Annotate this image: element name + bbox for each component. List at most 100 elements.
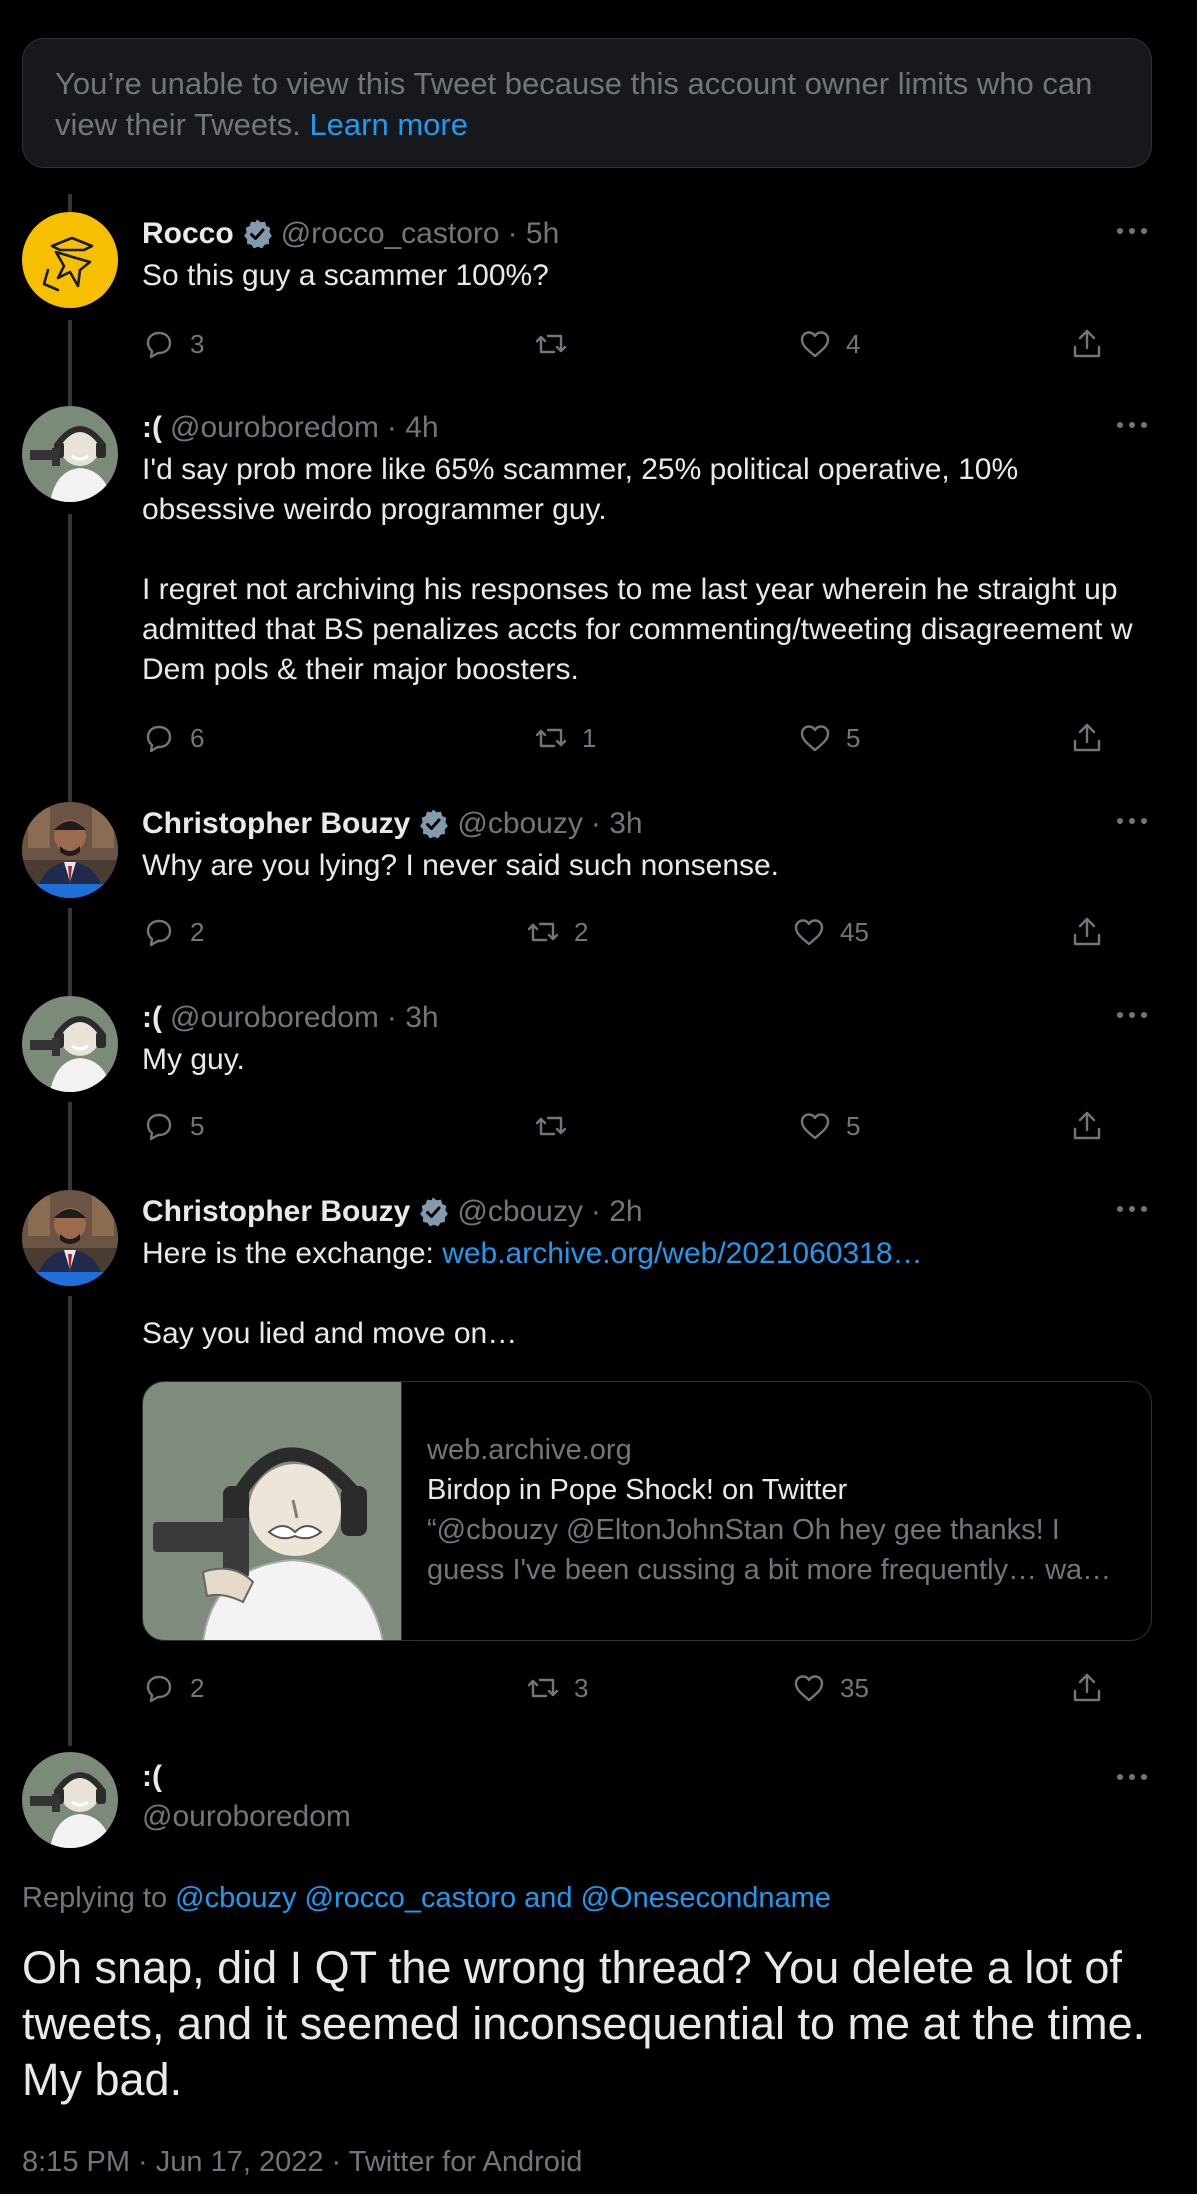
tweet-time[interactable]: · 2h xyxy=(591,1195,643,1229)
tweet-text: My guy. xyxy=(142,1043,245,1076)
more-options-icon[interactable] xyxy=(1112,1000,1152,1030)
verified-badge-icon xyxy=(242,218,273,250)
archive-link[interactable]: web.archive.org/web/2021060318… xyxy=(442,1237,922,1270)
like-count: 5 xyxy=(846,722,861,753)
like-button[interactable]: 5 xyxy=(798,1104,860,1148)
heart-icon xyxy=(800,331,830,358)
tweet-actions: 2 2 45 xyxy=(120,910,1101,954)
share-button[interactable] xyxy=(1070,716,1104,760)
tweet[interactable]: :( @ouroboredom · 4h I'd say prob more l… xyxy=(22,406,1152,766)
card-description: “@cbouzy @EltonJohnStan Oh hey gee thank… xyxy=(427,1514,1112,1586)
retweet-count: 2 xyxy=(574,916,589,947)
reply-icon xyxy=(146,331,172,359)
main-author-handle[interactable]: @ouroboredom xyxy=(142,1800,351,1834)
avatar[interactable] xyxy=(22,406,118,502)
retweet-icon xyxy=(527,1678,559,1698)
tweet-timestamp[interactable]: 8:15 PM · Jun 17, 2022 · Twitter for And… xyxy=(22,2146,582,2179)
author-name[interactable]: Christopher Bouzy xyxy=(142,807,410,841)
tweet-time[interactable]: · 5h xyxy=(508,217,560,251)
retweet-count: 3 xyxy=(574,1672,589,1703)
more-options-icon[interactable] xyxy=(1112,216,1152,246)
retweet-button[interactable] xyxy=(534,322,582,366)
like-button[interactable]: 4 xyxy=(798,322,860,366)
author-handle[interactable]: @rocco_castoro xyxy=(281,217,500,251)
author-name[interactable]: :( xyxy=(142,411,162,445)
retweet-button[interactable] xyxy=(534,1104,582,1148)
share-icon xyxy=(1073,917,1101,946)
main-tweet-text: Oh snap, did I QT the wrong thread? You … xyxy=(22,1942,1146,2105)
reply-icon xyxy=(146,725,172,753)
reply-button[interactable]: 2 xyxy=(142,910,204,954)
retweet-button[interactable]: 2 xyxy=(526,910,588,954)
replying-label: Replying to xyxy=(22,1882,168,1914)
like-count: 35 xyxy=(840,1672,869,1703)
main-author-name[interactable]: :( xyxy=(142,1760,162,1794)
card-body: web.archive.org Birdop in Pope Shock! on… xyxy=(427,1430,1131,1590)
retweet-button[interactable]: 3 xyxy=(526,1666,588,1710)
reply-button[interactable]: 5 xyxy=(142,1104,204,1148)
reply-count: 5 xyxy=(190,1110,205,1141)
retweet-icon xyxy=(527,922,559,942)
tweet-text-outro: Say you lied and move on… xyxy=(142,1317,518,1350)
avatar[interactable] xyxy=(22,1752,118,1848)
like-count: 5 xyxy=(846,1110,861,1141)
share-icon xyxy=(1073,1673,1101,1702)
like-button[interactable]: 5 xyxy=(798,716,860,760)
tweet-time[interactable]: · 3h xyxy=(387,1001,439,1035)
reply-button[interactable]: 3 xyxy=(142,322,204,366)
reply-button[interactable]: 2 xyxy=(142,1666,204,1710)
author-handle[interactable]: @ouroboredom xyxy=(170,1001,379,1035)
author-name[interactable]: Rocco xyxy=(142,217,234,251)
tweet-actions: 2 3 35 xyxy=(120,1666,1101,1710)
learn-more-link[interactable]: Learn more xyxy=(309,107,468,142)
author-handle[interactable]: @cbouzy xyxy=(457,807,583,841)
retweet-button[interactable]: 1 xyxy=(534,716,596,760)
more-options-icon[interactable] xyxy=(1112,410,1152,440)
share-button[interactable] xyxy=(1070,910,1104,954)
share-button[interactable] xyxy=(1070,322,1104,366)
more-options-icon[interactable] xyxy=(1112,1762,1152,1792)
link-preview-card[interactable]: web.archive.org Birdop in Pope Shock! on… xyxy=(142,1381,1152,1641)
heart-icon xyxy=(800,1113,830,1140)
notice-text: You’re unable to view this Tweet because… xyxy=(55,66,1093,142)
verified-badge-icon xyxy=(418,808,450,840)
reply-button[interactable]: 6 xyxy=(142,716,204,760)
like-button[interactable]: 45 xyxy=(792,910,869,954)
retweet-icon xyxy=(535,728,567,748)
more-options-icon[interactable] xyxy=(1112,1194,1152,1224)
reply-mentions[interactable]: @cbouzy @rocco_castoro and @Onesecondnam… xyxy=(175,1882,831,1914)
reply-count: 2 xyxy=(190,916,205,947)
more-options-icon[interactable] xyxy=(1112,806,1152,836)
reply-icon xyxy=(146,1113,172,1141)
author-name[interactable]: Christopher Bouzy xyxy=(142,1195,410,1229)
reply-count: 2 xyxy=(190,1672,205,1703)
author-handle[interactable]: @cbouzy xyxy=(457,1195,583,1229)
thread-line xyxy=(68,194,72,212)
replying-to: Replying to @cbouzy @rocco_castoro and @… xyxy=(22,1882,831,1915)
card-title: Birdop in Pope Shock! on Twitter xyxy=(427,1474,848,1506)
reply-icon xyxy=(146,919,172,947)
avatar[interactable] xyxy=(22,802,118,898)
retweet-icon xyxy=(535,1116,567,1136)
author-name[interactable]: :( xyxy=(142,1001,162,1035)
avatar[interactable] xyxy=(22,212,118,308)
avatar[interactable] xyxy=(22,996,118,1092)
tweet-text: Why are you lying? I never said such non… xyxy=(142,849,780,882)
share-button[interactable] xyxy=(1070,1104,1104,1148)
tweet-text: I'd say prob more like 65% scammer, 25% … xyxy=(142,453,1133,686)
share-button[interactable] xyxy=(1070,1666,1104,1710)
tweet-text-intro: Here is the exchange: xyxy=(142,1237,443,1270)
retweet-icon xyxy=(535,334,567,354)
tweet-time[interactable]: · 3h xyxy=(591,807,643,841)
tweet-time[interactable]: · 4h xyxy=(387,411,439,445)
tweet-actions: 3 4 xyxy=(120,322,1101,366)
share-icon xyxy=(1073,329,1101,358)
like-button[interactable]: 35 xyxy=(792,1666,869,1710)
reply-count: 3 xyxy=(190,328,205,359)
author-handle[interactable]: @ouroboredom xyxy=(170,411,379,445)
heart-icon xyxy=(800,725,830,752)
like-count: 45 xyxy=(840,916,869,947)
card-domain: web.archive.org xyxy=(427,1434,632,1466)
avatar[interactable] xyxy=(22,1190,118,1286)
tweet-text: Here is the exchange: web.archive.org/we… xyxy=(142,1234,1152,1354)
